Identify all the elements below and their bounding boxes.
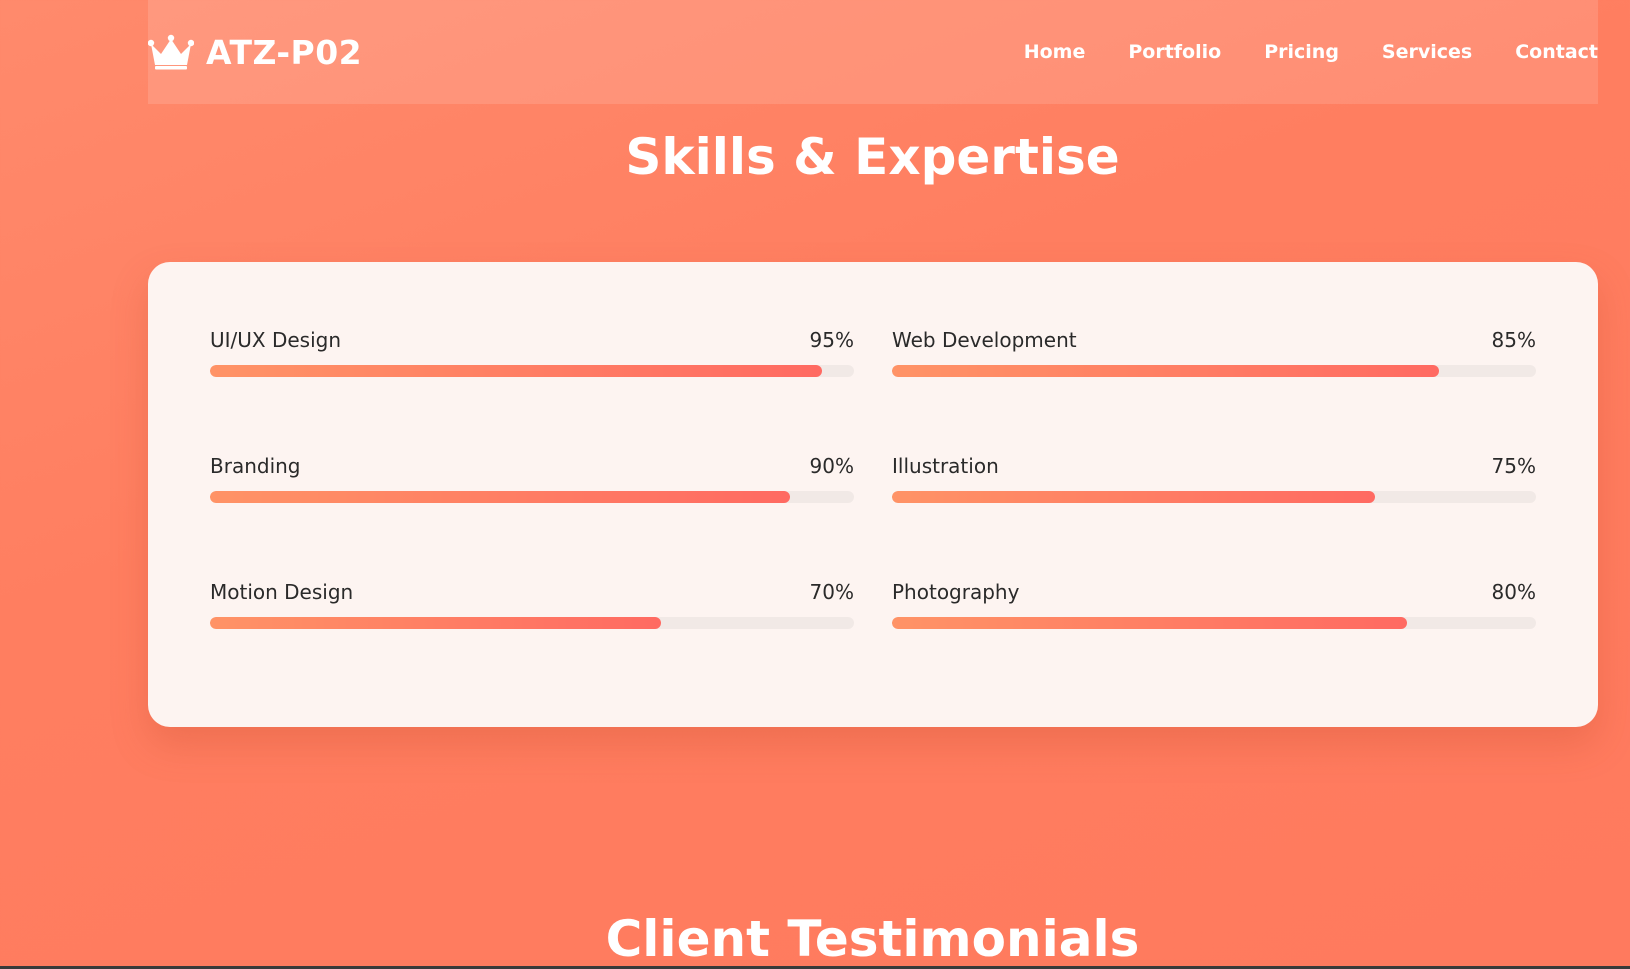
skill-item: Illustration 75% [892,454,1536,580]
nav-link-home[interactable]: Home [1024,41,1086,63]
skill-header: Motion Design 70% [210,580,854,608]
skills-card: UI/UX Design 95% Web Development 85% Bra… [148,262,1598,727]
skill-item: Web Development 85% [892,328,1536,454]
skill-percent: 85% [1491,328,1536,352]
skill-progress-track [892,617,1536,629]
skill-progress-fill [892,365,1440,377]
testimonials-section-title: Client Testimonials [605,910,1140,968]
skill-progress-track [210,491,854,503]
skill-percent: 70% [809,580,854,604]
skill-progress-track [210,365,854,377]
skill-percent: 80% [1491,580,1536,604]
skill-progress-fill [892,491,1375,503]
skills-section-title: Skills & Expertise [625,128,1120,186]
skill-percent: 75% [1491,454,1536,478]
skill-header: Branding 90% [210,454,854,482]
crown-icon [148,34,194,70]
skill-name: Motion Design [210,580,354,604]
skill-progress-fill [892,617,1408,629]
skill-item: Branding 90% [210,454,854,580]
nav-links: Home Portfolio Pricing Services Contact [1024,41,1598,63]
skill-header: UI/UX Design 95% [210,328,854,356]
nav-link-portfolio[interactable]: Portfolio [1128,41,1221,63]
skill-progress-fill [210,491,790,503]
skill-progress-fill [210,617,661,629]
skill-progress-track [892,365,1536,377]
skill-item: UI/UX Design 95% [210,328,854,454]
skill-header: Web Development 85% [892,328,1536,356]
skill-name: Web Development [892,328,1077,352]
skill-header: Illustration 75% [892,454,1536,482]
skill-percent: 90% [809,454,854,478]
brand-name: ATZ-P02 [206,32,363,72]
skill-name: Photography [892,580,1020,604]
skill-name: Illustration [892,454,999,478]
nav-link-services[interactable]: Services [1382,41,1472,63]
brand-logo-link[interactable]: ATZ-P02 [148,33,362,72]
skill-name: UI/UX Design [210,328,342,352]
nav-link-contact[interactable]: Contact [1515,41,1598,63]
skill-header: Photography 80% [892,580,1536,608]
nav-link-pricing[interactable]: Pricing [1264,41,1339,63]
skill-name: Branding [210,454,301,478]
skill-item: Motion Design 70% [210,580,854,706]
skill-progress-track [210,617,854,629]
skill-item: Photography 80% [892,580,1536,706]
top-navbar: ATZ-P02 Home Portfolio Pricing Services … [148,0,1598,104]
skill-percent: 95% [809,328,854,352]
skill-progress-track [892,491,1536,503]
skill-progress-fill [210,365,822,377]
skills-grid: UI/UX Design 95% Web Development 85% Bra… [210,328,1536,706]
